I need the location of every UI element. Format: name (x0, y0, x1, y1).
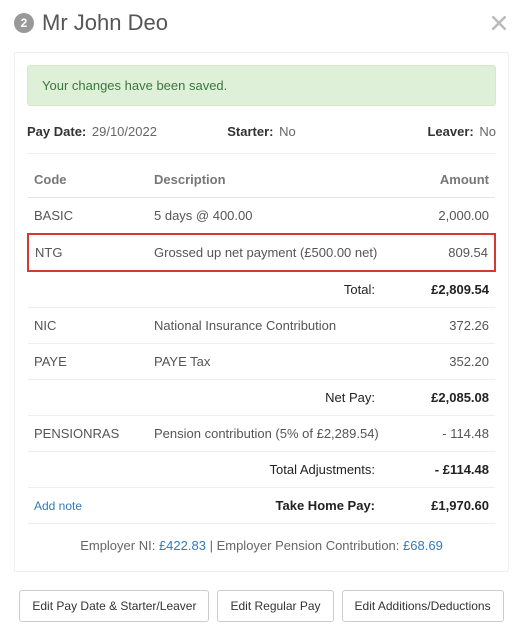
pay-table: Code Description Amount BASIC5 days @ 40… (27, 162, 496, 524)
leaver-label: Leaver: (427, 124, 473, 139)
page-title: Mr John Deo (42, 10, 481, 36)
col-description: Description (148, 162, 395, 198)
col-code: Code (28, 162, 148, 198)
cell-code: BASIC (28, 198, 148, 235)
add-note-cell: Add note (28, 488, 148, 524)
employer-pension-value[interactable]: £68.69 (403, 538, 443, 553)
employer-pension-label: Employer Pension Contribution: (217, 538, 400, 553)
cell-amount: - 114.48 (395, 416, 495, 452)
employer-separator: | (210, 538, 217, 553)
step-number-badge: 2 (14, 13, 34, 33)
cell-amount: 372.26 (395, 308, 495, 344)
summary-label: Net Pay: (28, 380, 395, 416)
success-alert: Your changes have been saved. (27, 65, 496, 106)
summary-row: Total:£2,809.54 (28, 271, 495, 308)
leaver-value: No (479, 124, 496, 139)
summary-amount: £2,809.54 (395, 271, 495, 308)
cell-code: PENSIONRAS (28, 416, 148, 452)
pay-date-value: 29/10/2022 (92, 124, 157, 139)
cell-code: NIC (28, 308, 148, 344)
meta-row: Pay Date: 29/10/2022 Starter: No Leaver:… (27, 124, 496, 154)
cell-amount: 352.20 (395, 344, 495, 380)
starter-value: No (279, 124, 296, 139)
cell-description: 5 days @ 400.00 (148, 198, 395, 235)
cell-amount: 809.54 (395, 234, 495, 271)
employer-ni-label: Employer NI: (80, 538, 155, 553)
edit-additions-deductions-button[interactable]: Edit Additions/Deductions (342, 590, 504, 622)
starter-label: Starter: (227, 124, 273, 139)
table-row: NICNational Insurance Contribution372.26 (28, 308, 495, 344)
summary-amount: £2,085.08 (395, 380, 495, 416)
cell-description: Pension contribution (5% of £2,289.54) (148, 416, 395, 452)
summary-amount: - £114.48 (395, 452, 495, 488)
edit-pay-date-button[interactable]: Edit Pay Date & Starter/Leaver (19, 590, 209, 622)
cell-code: PAYE (28, 344, 148, 380)
table-row: PENSIONRASPension contribution (5% of £2… (28, 416, 495, 452)
summary-row: Total Adjustments:- £114.48 (28, 452, 495, 488)
cell-amount: 2,000.00 (395, 198, 495, 235)
action-buttons: Edit Pay Date & Starter/Leaver Edit Regu… (14, 572, 509, 626)
cell-description: Grossed up net payment (£500.00 net) (148, 234, 395, 271)
table-row: BASIC5 days @ 400.002,000.00 (28, 198, 495, 235)
table-row: PAYEPAYE Tax352.20 (28, 344, 495, 380)
take-home-row: Add note Take Home Pay:£1,970.60 (28, 488, 495, 524)
cell-code: NTG (28, 234, 148, 271)
pay-date-label: Pay Date: (27, 124, 86, 139)
summary-label: Total Adjustments: (28, 452, 395, 488)
take-home-label: Take Home Pay: (148, 488, 395, 524)
summary-row: Net Pay:£2,085.08 (28, 380, 495, 416)
col-amount: Amount (395, 162, 495, 198)
cell-description: National Insurance Contribution (148, 308, 395, 344)
summary-label: Total: (28, 271, 395, 308)
modal-header: 2 Mr John Deo (14, 10, 509, 52)
table-head-row: Code Description Amount (28, 162, 495, 198)
edit-regular-pay-button[interactable]: Edit Regular Pay (217, 590, 333, 622)
employer-ni-value[interactable]: £422.83 (159, 538, 206, 553)
cell-description: PAYE Tax (148, 344, 395, 380)
close-icon[interactable] (489, 13, 509, 33)
add-note-link[interactable]: Add note (34, 499, 82, 513)
payslip-panel: Your changes have been saved. Pay Date: … (14, 52, 509, 572)
employer-line: Employer NI: £422.83 | Employer Pension … (27, 524, 496, 557)
take-home-amount: £1,970.60 (395, 488, 495, 524)
table-row: NTGGrossed up net payment (£500.00 net)8… (28, 234, 495, 271)
